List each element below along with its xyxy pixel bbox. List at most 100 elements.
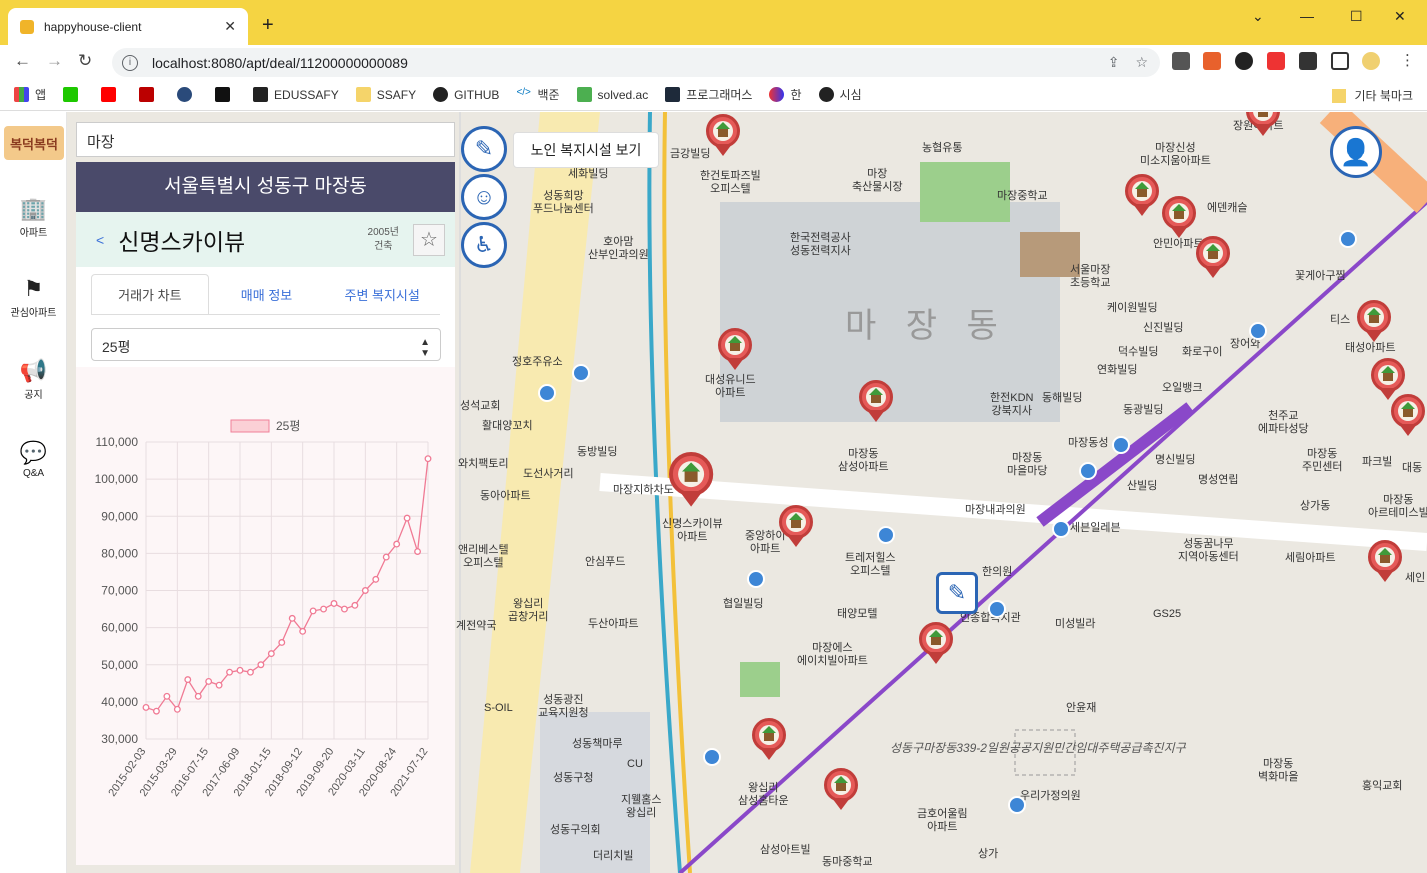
other-bookmarks[interactable]: 기타 북마크 bbox=[1332, 87, 1413, 104]
close-tab-icon[interactable]: ✕ bbox=[224, 18, 236, 35]
extension-icon[interactable] bbox=[1267, 52, 1285, 70]
tab-deal-info[interactable]: 매매 정보 bbox=[209, 275, 325, 314]
forward-icon[interactable]: → bbox=[46, 51, 63, 71]
size-select[interactable]: 25평 ▲ ▼ bbox=[91, 328, 441, 361]
map-place-label: 세화빌딩 bbox=[568, 168, 609, 180]
browser-tab[interactable]: happyhouse-client ✕ bbox=[8, 8, 248, 45]
bus-stop-icon[interactable] bbox=[1079, 462, 1097, 480]
bookmark-item[interactable]: 한 bbox=[769, 86, 802, 103]
senior-welfare-toggle-icon[interactable]: ✎ bbox=[461, 126, 507, 172]
reload-icon[interactable]: ↻ bbox=[78, 51, 92, 71]
bus-stop-icon[interactable] bbox=[538, 384, 556, 402]
minimize-icon[interactable]: — bbox=[1300, 8, 1314, 24]
bus-stop-icon[interactable] bbox=[572, 364, 590, 382]
bookmark-item[interactable] bbox=[101, 87, 122, 102]
bus-stop-icon[interactable] bbox=[1339, 230, 1357, 248]
favorite-star-icon[interactable]: ☆ bbox=[413, 223, 445, 256]
extension-icon[interactable] bbox=[1235, 52, 1253, 70]
url-bar[interactable]: i localhost:8080/apt/deal/11200000000089… bbox=[112, 48, 1160, 77]
bookmark-item[interactable]: GITHUB bbox=[433, 87, 499, 102]
map-place-label: 협일빌딩 bbox=[723, 598, 764, 610]
tab-price-chart[interactable]: 거래가 차트 bbox=[91, 274, 209, 314]
user-profile-icon[interactable]: 👤 bbox=[1330, 126, 1382, 178]
apartment-marker[interactable] bbox=[752, 718, 786, 760]
apartment-marker[interactable] bbox=[1125, 174, 1159, 216]
share-icon[interactable]: ⇪ bbox=[1108, 54, 1120, 71]
search-input[interactable]: 마장 bbox=[76, 122, 455, 157]
nav-qna[interactable]: 💬 Q&A bbox=[0, 440, 67, 479]
tab-search-icon[interactable]: ⌄ bbox=[1252, 8, 1264, 25]
bus-stop-icon[interactable] bbox=[703, 748, 721, 766]
apartment-marker[interactable] bbox=[1162, 196, 1196, 238]
apartment-marker[interactable] bbox=[706, 114, 740, 156]
map-place-label: 에덴캐슬 bbox=[1207, 202, 1248, 214]
map-place-label: 마장동 마을마당 bbox=[1007, 452, 1048, 477]
map-place-label: 마장동성 bbox=[1068, 437, 1109, 449]
bookmark-item[interactable]: EDUSSAFY bbox=[253, 87, 339, 102]
apartment-marker[interactable] bbox=[1246, 112, 1280, 136]
menu-icon[interactable]: ⋮ bbox=[1400, 51, 1415, 69]
profile-avatar-icon[interactable] bbox=[1362, 52, 1380, 70]
disability-toggle-icon[interactable]: ♿ bbox=[461, 222, 507, 268]
map-place-label: 오일뱅크 bbox=[1162, 382, 1203, 394]
apartment-marker[interactable] bbox=[1196, 236, 1230, 278]
bookmark-label: solved.ac bbox=[597, 87, 649, 102]
extension-icon[interactable] bbox=[1172, 52, 1190, 70]
close-window-icon[interactable]: ✕ bbox=[1394, 8, 1406, 25]
nav-apartment[interactable]: 🏢 아파트 bbox=[0, 196, 67, 239]
maximize-icon[interactable]: ☐ bbox=[1350, 8, 1363, 25]
apartment-marker[interactable] bbox=[1357, 300, 1391, 342]
data-point bbox=[257, 661, 265, 669]
site-info-icon[interactable]: i bbox=[122, 54, 138, 71]
map-place-label: 신명스카이뷰 아파트 bbox=[662, 518, 723, 543]
bookmark-item[interactable] bbox=[215, 87, 236, 102]
side-panel-icon[interactable] bbox=[1331, 52, 1349, 70]
back-button[interactable]: < bbox=[96, 232, 104, 248]
apartment-marker[interactable] bbox=[1391, 394, 1425, 436]
apartment-marker[interactable] bbox=[919, 622, 953, 664]
bookmark-item[interactable] bbox=[177, 87, 198, 102]
y-tick-label: 50,000 bbox=[101, 658, 138, 672]
page: 마 장 동 성동구마장동339-2일원공공지원민간임대주택공급촉진지구 금강빌딩… bbox=[0, 112, 1427, 873]
apartment-marker[interactable] bbox=[859, 380, 893, 422]
new-tab-icon[interactable]: + bbox=[262, 14, 274, 37]
bus-stop-icon[interactable] bbox=[1249, 322, 1267, 340]
bus-stop-icon[interactable] bbox=[877, 526, 895, 544]
map-place-label: 활대양꼬치 bbox=[482, 420, 533, 432]
apartment-marker[interactable] bbox=[1368, 540, 1402, 582]
map-note: 성동구마장동339-2일원공공지원민간임대주택공급촉진지구 bbox=[890, 741, 1186, 755]
nav-notice[interactable]: 📢 공지 bbox=[0, 358, 67, 401]
bookmark-item[interactable]: </> 백준 bbox=[516, 86, 560, 103]
map-place-label: 정호주유소 bbox=[512, 356, 563, 368]
bus-stop-icon[interactable] bbox=[988, 600, 1006, 618]
puzzle-icon[interactable] bbox=[1299, 52, 1317, 70]
bookmark-item[interactable]: 시심 bbox=[818, 86, 862, 103]
welfare-facility-marker[interactable]: ✎ bbox=[936, 572, 978, 614]
apartment-marker[interactable] bbox=[718, 328, 752, 370]
bookmark-item[interactable] bbox=[63, 87, 84, 102]
bus-stop-icon[interactable] bbox=[1008, 796, 1026, 814]
app-logo[interactable]: 복덕복덕 bbox=[4, 126, 64, 160]
extension-icon[interactable] bbox=[1203, 52, 1221, 70]
bookmark-item[interactable]: SSAFY bbox=[355, 87, 416, 102]
bookmark-star-icon[interactable]: ☆ bbox=[1135, 54, 1148, 71]
bookmark-item[interactable] bbox=[139, 87, 160, 102]
bookmark-label: GITHUB bbox=[454, 87, 500, 102]
map-place-label: 두산아파트 bbox=[588, 618, 639, 630]
bus-stop-icon[interactable] bbox=[1112, 436, 1130, 454]
bookmark-item[interactable]: 앱 bbox=[14, 86, 46, 103]
bus-stop-icon[interactable] bbox=[1052, 520, 1070, 538]
nav-favorites[interactable]: ⚑ 관심아파트 bbox=[0, 276, 67, 319]
childcare-toggle-icon[interactable]: ☺ bbox=[461, 174, 507, 220]
map-place-label: 마장내과의원 bbox=[965, 504, 1026, 516]
apartment-marker[interactable] bbox=[779, 505, 813, 547]
bookmark-item[interactable]: 프로그래머스 bbox=[665, 86, 752, 103]
bookmark-item[interactable]: solved.ac bbox=[576, 87, 649, 102]
senior-welfare-button[interactable]: 노인 복지시설 보기 bbox=[513, 132, 659, 168]
bus-stop-icon[interactable] bbox=[747, 570, 765, 588]
apartment-marker[interactable] bbox=[824, 768, 858, 810]
back-icon[interactable]: ← bbox=[14, 51, 31, 71]
selected-apartment-marker[interactable] bbox=[669, 452, 714, 507]
tab-nearby-welfare[interactable]: 주변 복지시설 bbox=[324, 275, 440, 314]
data-point bbox=[288, 614, 296, 622]
